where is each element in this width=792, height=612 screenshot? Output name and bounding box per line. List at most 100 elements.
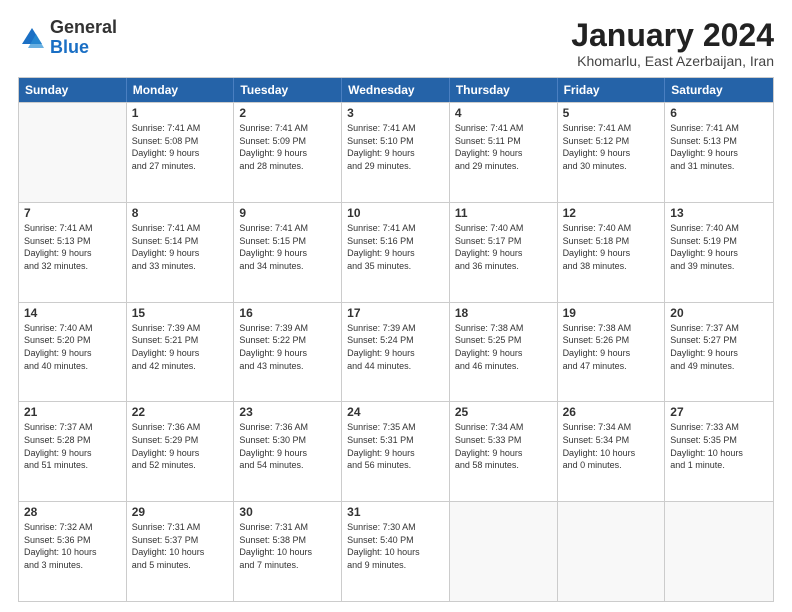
day-number: 10 <box>347 206 444 220</box>
calendar-header: SundayMondayTuesdayWednesdayThursdayFrid… <box>19 78 773 102</box>
day-number: 20 <box>670 306 768 320</box>
day-number: 25 <box>455 405 552 419</box>
cell-info: Sunrise: 7:38 AMSunset: 5:25 PMDaylight:… <box>455 322 552 372</box>
day-number: 17 <box>347 306 444 320</box>
cell-info: Sunrise: 7:40 AMSunset: 5:18 PMDaylight:… <box>563 222 660 272</box>
calendar-body: 1 Sunrise: 7:41 AMSunset: 5:08 PMDaylight… <box>19 102 773 601</box>
title-block: January 2024 Khomarlu, East Azerbaijan, … <box>571 18 774 69</box>
calendar-cell: 1 Sunrise: 7:41 AMSunset: 5:08 PMDaylight… <box>127 103 235 202</box>
day-number: 5 <box>563 106 660 120</box>
calendar-cell: 18 Sunrise: 7:38 AMSunset: 5:25 PMDayligh… <box>450 303 558 402</box>
day-number: 30 <box>239 505 336 519</box>
day-number: 26 <box>563 405 660 419</box>
cell-info: Sunrise: 7:41 AMSunset: 5:12 PMDaylight:… <box>563 122 660 172</box>
calendar-cell: 6 Sunrise: 7:41 AMSunset: 5:13 PMDaylight… <box>665 103 773 202</box>
logo-blue: Blue <box>50 37 89 57</box>
cell-info: Sunrise: 7:41 AMSunset: 5:08 PMDaylight:… <box>132 122 229 172</box>
calendar-cell: 14 Sunrise: 7:40 AMSunset: 5:20 PMDayligh… <box>19 303 127 402</box>
cell-info: Sunrise: 7:40 AMSunset: 5:19 PMDaylight:… <box>670 222 768 272</box>
cell-info: Sunrise: 7:39 AMSunset: 5:24 PMDaylight:… <box>347 322 444 372</box>
day-number: 13 <box>670 206 768 220</box>
day-number: 19 <box>563 306 660 320</box>
calendar-cell: 11 Sunrise: 7:40 AMSunset: 5:17 PMDayligh… <box>450 203 558 302</box>
header-day-sunday: Sunday <box>19 78 127 102</box>
calendar-cell: 21Sunrise: 7:37 AMSunset: 5:28 PMDayligh… <box>19 402 127 501</box>
logo-text: General Blue <box>50 18 117 58</box>
day-number: 14 <box>24 306 121 320</box>
calendar-cell: 16 Sunrise: 7:39 AMSunset: 5:22 PMDayligh… <box>234 303 342 402</box>
calendar-cell: 20 Sunrise: 7:37 AMSunset: 5:27 PMDayligh… <box>665 303 773 402</box>
calendar-cell: 23 Sunrise: 7:36 AMSunset: 5:30 PMDayligh… <box>234 402 342 501</box>
calendar-cell: 5 Sunrise: 7:41 AMSunset: 5:12 PMDaylight… <box>558 103 666 202</box>
cell-info: Sunrise: 7:40 AMSunset: 5:17 PMDaylight:… <box>455 222 552 272</box>
calendar-row-2: 14 Sunrise: 7:40 AMSunset: 5:20 PMDayligh… <box>19 302 773 402</box>
header-day-wednesday: Wednesday <box>342 78 450 102</box>
day-number: 12 <box>563 206 660 220</box>
day-number: 11 <box>455 206 552 220</box>
calendar-cell: 31Sunrise: 7:30 AMSunset: 5:40 PMDayligh… <box>342 502 450 601</box>
day-number: 22 <box>132 405 229 419</box>
day-number: 6 <box>670 106 768 120</box>
cell-info: Sunrise: 7:41 AMSunset: 5:16 PMDaylight:… <box>347 222 444 272</box>
calendar-cell: 25 Sunrise: 7:34 AMSunset: 5:33 PMDayligh… <box>450 402 558 501</box>
calendar-cell: 4Sunrise: 7:41 AMSunset: 5:11 PMDaylight… <box>450 103 558 202</box>
day-number: 15 <box>132 306 229 320</box>
calendar-cell <box>450 502 558 601</box>
day-number: 23 <box>239 405 336 419</box>
cell-info: Sunrise: 7:33 AMSunset: 5:35 PMDaylight:… <box>670 421 768 471</box>
calendar-row-1: 7Sunrise: 7:41 AMSunset: 5:13 PMDaylight… <box>19 202 773 302</box>
calendar-cell: 17 Sunrise: 7:39 AMSunset: 5:24 PMDayligh… <box>342 303 450 402</box>
calendar-cell: 2Sunrise: 7:41 AMSunset: 5:09 PMDaylight… <box>234 103 342 202</box>
cell-info: Sunrise: 7:31 AMSunset: 5:37 PMDaylight:… <box>132 521 229 571</box>
cell-info: Sunrise: 7:41 AMSunset: 5:15 PMDaylight:… <box>239 222 336 272</box>
page: General Blue January 2024 Khomarlu, East… <box>0 0 792 612</box>
calendar-cell <box>558 502 666 601</box>
day-number: 4 <box>455 106 552 120</box>
cell-info: Sunrise: 7:34 AMSunset: 5:34 PMDaylight:… <box>563 421 660 471</box>
calendar-cell: 10 Sunrise: 7:41 AMSunset: 5:16 PMDayligh… <box>342 203 450 302</box>
cell-info: Sunrise: 7:41 AMSunset: 5:13 PMDaylight:… <box>24 222 121 272</box>
calendar-cell: 19Sunrise: 7:38 AMSunset: 5:26 PMDayligh… <box>558 303 666 402</box>
calendar-cell: 8 Sunrise: 7:41 AMSunset: 5:14 PMDaylight… <box>127 203 235 302</box>
logo-general: General <box>50 17 117 37</box>
calendar-cell: 29 Sunrise: 7:31 AMSunset: 5:37 PMDayligh… <box>127 502 235 601</box>
header-day-thursday: Thursday <box>450 78 558 102</box>
day-number: 28 <box>24 505 121 519</box>
calendar-cell: 28 Sunrise: 7:32 AMSunset: 5:36 PMDayligh… <box>19 502 127 601</box>
calendar-cell: 13 Sunrise: 7:40 AMSunset: 5:19 PMDayligh… <box>665 203 773 302</box>
cell-info: Sunrise: 7:41 AMSunset: 5:14 PMDaylight:… <box>132 222 229 272</box>
day-number: 24 <box>347 405 444 419</box>
calendar-cell <box>19 103 127 202</box>
day-number: 2 <box>239 106 336 120</box>
cell-info: Sunrise: 7:37 AMSunset: 5:27 PMDaylight:… <box>670 322 768 372</box>
cell-info: Sunrise: 7:36 AMSunset: 5:30 PMDaylight:… <box>239 421 336 471</box>
cell-info: Sunrise: 7:41 AMSunset: 5:13 PMDaylight:… <box>670 122 768 172</box>
calendar-cell: 26 Sunrise: 7:34 AMSunset: 5:34 PMDayligh… <box>558 402 666 501</box>
title-month: January 2024 <box>571 18 774 53</box>
cell-info: Sunrise: 7:34 AMSunset: 5:33 PMDaylight:… <box>455 421 552 471</box>
calendar-row-4: 28 Sunrise: 7:32 AMSunset: 5:36 PMDayligh… <box>19 501 773 601</box>
day-number: 16 <box>239 306 336 320</box>
calendar-row-3: 21Sunrise: 7:37 AMSunset: 5:28 PMDayligh… <box>19 401 773 501</box>
day-number: 3 <box>347 106 444 120</box>
calendar-cell: 24 Sunrise: 7:35 AMSunset: 5:31 PMDayligh… <box>342 402 450 501</box>
logo-icon <box>18 24 46 52</box>
day-number: 18 <box>455 306 552 320</box>
day-number: 8 <box>132 206 229 220</box>
cell-info: Sunrise: 7:36 AMSunset: 5:29 PMDaylight:… <box>132 421 229 471</box>
cell-info: Sunrise: 7:35 AMSunset: 5:31 PMDaylight:… <box>347 421 444 471</box>
calendar-cell: 30Sunrise: 7:31 AMSunset: 5:38 PMDayligh… <box>234 502 342 601</box>
calendar-cell: 12 Sunrise: 7:40 AMSunset: 5:18 PMDayligh… <box>558 203 666 302</box>
cell-info: Sunrise: 7:39 AMSunset: 5:22 PMDaylight:… <box>239 322 336 372</box>
calendar-cell: 3 Sunrise: 7:41 AMSunset: 5:10 PMDaylight… <box>342 103 450 202</box>
calendar-cell: 7Sunrise: 7:41 AMSunset: 5:13 PMDaylight… <box>19 203 127 302</box>
cell-info: Sunrise: 7:32 AMSunset: 5:36 PMDaylight:… <box>24 521 121 571</box>
cell-info: Sunrise: 7:41 AMSunset: 5:10 PMDaylight:… <box>347 122 444 172</box>
day-number: 1 <box>132 106 229 120</box>
cell-info: Sunrise: 7:39 AMSunset: 5:21 PMDaylight:… <box>132 322 229 372</box>
cell-info: Sunrise: 7:40 AMSunset: 5:20 PMDaylight:… <box>24 322 121 372</box>
day-number: 29 <box>132 505 229 519</box>
calendar-cell: 15 Sunrise: 7:39 AMSunset: 5:21 PMDayligh… <box>127 303 235 402</box>
calendar-row-0: 1 Sunrise: 7:41 AMSunset: 5:08 PMDaylight… <box>19 102 773 202</box>
calendar-cell: 22 Sunrise: 7:36 AMSunset: 5:29 PMDayligh… <box>127 402 235 501</box>
